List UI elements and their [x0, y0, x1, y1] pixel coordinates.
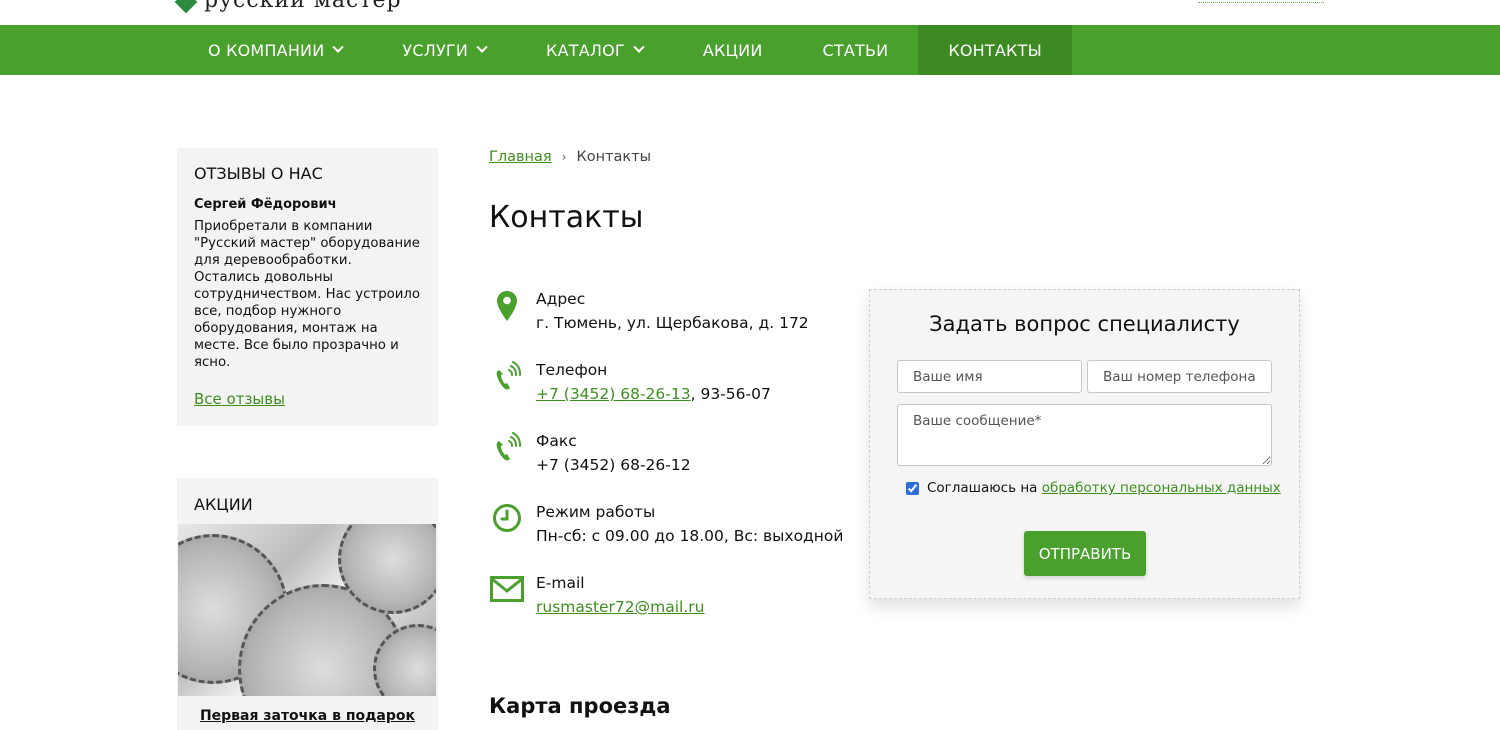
- envelope-icon: [489, 574, 525, 606]
- logo[interactable]: русский мастер: [174, 0, 402, 14]
- main-nav: О КОМПАНИИ УСЛУГИ КАТАЛОГ АКЦИИ СТАТЬИ К…: [0, 25, 1500, 75]
- contact-phone: Телефон +7 (3452) 68-26-13, 93-56-07: [489, 361, 771, 403]
- contact-label: Адрес: [536, 290, 586, 308]
- contact-label: E-mail: [536, 574, 585, 592]
- breadcrumb-current: Контакты: [576, 149, 652, 165]
- chevron-down-icon: [332, 41, 345, 53]
- nav-item-catalog[interactable]: КАТАЛОГ: [516, 25, 673, 75]
- nav-item-contacts[interactable]: КОНТАКТЫ: [918, 25, 1072, 75]
- form-title: Задать вопрос специалисту: [929, 312, 1240, 336]
- promos-widget: АКЦИИ Первая заточка в подарок: [177, 478, 438, 730]
- nav-item-company[interactable]: О КОМПАНИИ: [178, 25, 372, 75]
- review-author: Сергей Фёдорович: [194, 197, 337, 212]
- nav-item-promos[interactable]: АКЦИИ: [673, 25, 793, 75]
- question-form: Задать вопрос специалисту Соглашаюсь на …: [869, 289, 1300, 599]
- contact-label: Режим работы: [536, 503, 656, 521]
- phone-extra: , 93-56-07: [690, 385, 771, 403]
- nav-item-label: УСЛУГИ: [402, 40, 469, 60]
- nav-item-label: АКЦИИ: [702, 40, 763, 60]
- promos-title: АКЦИИ: [194, 495, 253, 514]
- phone-icon: [489, 361, 525, 393]
- email-link[interactable]: rusmaster72@mail.ru: [536, 598, 705, 616]
- nav-item-articles[interactable]: СТАТЬИ: [793, 25, 919, 75]
- map-pin-icon: [489, 290, 525, 322]
- consent-checkbox[interactable]: [906, 481, 919, 495]
- review-text: Приобретали в компании "Русский мастер" …: [194, 219, 421, 370]
- nav-item-label: КОНТАКТЫ: [948, 40, 1042, 60]
- all-reviews-link[interactable]: Все отзывы: [194, 390, 285, 408]
- clock-icon: [489, 503, 525, 535]
- phone-icon: [489, 432, 525, 464]
- header-link-underline: [1198, 2, 1324, 3]
- reviews-title: ОТЗЫВЫ О НАС: [194, 164, 323, 183]
- map-section-title: Карта проезда: [489, 694, 671, 718]
- phone-link[interactable]: +7 (3452) 68-26-13: [536, 385, 691, 403]
- contact-label: Телефон: [536, 361, 608, 379]
- nav-item-label: КАТАЛОГ: [546, 40, 625, 60]
- submit-button[interactable]: ОТПРАВИТЬ: [1024, 531, 1146, 576]
- logo-text: русский мастер: [204, 0, 402, 13]
- nav-item-label: О КОМПАНИИ: [208, 40, 325, 60]
- privacy-policy-link[interactable]: обработку персональных данных: [1042, 480, 1281, 496]
- name-field[interactable]: [897, 360, 1082, 393]
- promo-caption-link[interactable]: Первая заточка в подарок: [177, 708, 438, 724]
- nav-item-services[interactable]: УСЛУГИ: [372, 25, 516, 75]
- contact-label: Факс: [536, 432, 577, 450]
- phone-field[interactable]: [1087, 360, 1272, 393]
- breadcrumb-separator: ›: [561, 150, 567, 164]
- contact-value: г. Тюмень, ул. Щербакова, д. 172: [536, 314, 809, 332]
- logo-mark-icon: [174, 0, 198, 14]
- breadcrumb: Главная › Контакты: [489, 149, 651, 165]
- consent-row: Соглашаюсь на обработку персональных дан…: [906, 480, 1281, 496]
- chevron-down-icon: [476, 41, 488, 53]
- contact-value: rusmaster72@mail.ru: [536, 598, 705, 616]
- breadcrumb-home-link[interactable]: Главная: [489, 149, 552, 165]
- page-title: Контакты: [489, 200, 644, 235]
- contact-address: Адрес г. Тюмень, ул. Щербакова, д. 172: [489, 290, 809, 332]
- nav-item-label: СТАТЬИ: [822, 40, 889, 60]
- consent-text: Соглашаюсь на: [927, 480, 1038, 496]
- contact-email: E-mail rusmaster72@mail.ru: [489, 574, 705, 616]
- nav-items: О КОМПАНИИ УСЛУГИ КАТАЛОГ АКЦИИ СТАТЬИ К…: [178, 25, 1072, 75]
- reviews-widget: ОТЗЫВЫ О НАС Сергей Фёдорович Приобретал…: [177, 148, 438, 426]
- saw-blades-image[interactable]: [178, 524, 436, 696]
- contact-value: Пн-сб: с 09.00 до 18.00, Вс: выходной: [536, 527, 844, 545]
- message-field[interactable]: [897, 404, 1272, 466]
- contact-value: +7 (3452) 68-26-12: [536, 456, 691, 474]
- contact-hours: Режим работы Пн-сб: с 09.00 до 18.00, Вс…: [489, 503, 843, 545]
- contact-fax: Факс +7 (3452) 68-26-12: [489, 432, 691, 474]
- contact-value: +7 (3452) 68-26-13, 93-56-07: [536, 385, 771, 403]
- chevron-down-icon: [633, 41, 645, 53]
